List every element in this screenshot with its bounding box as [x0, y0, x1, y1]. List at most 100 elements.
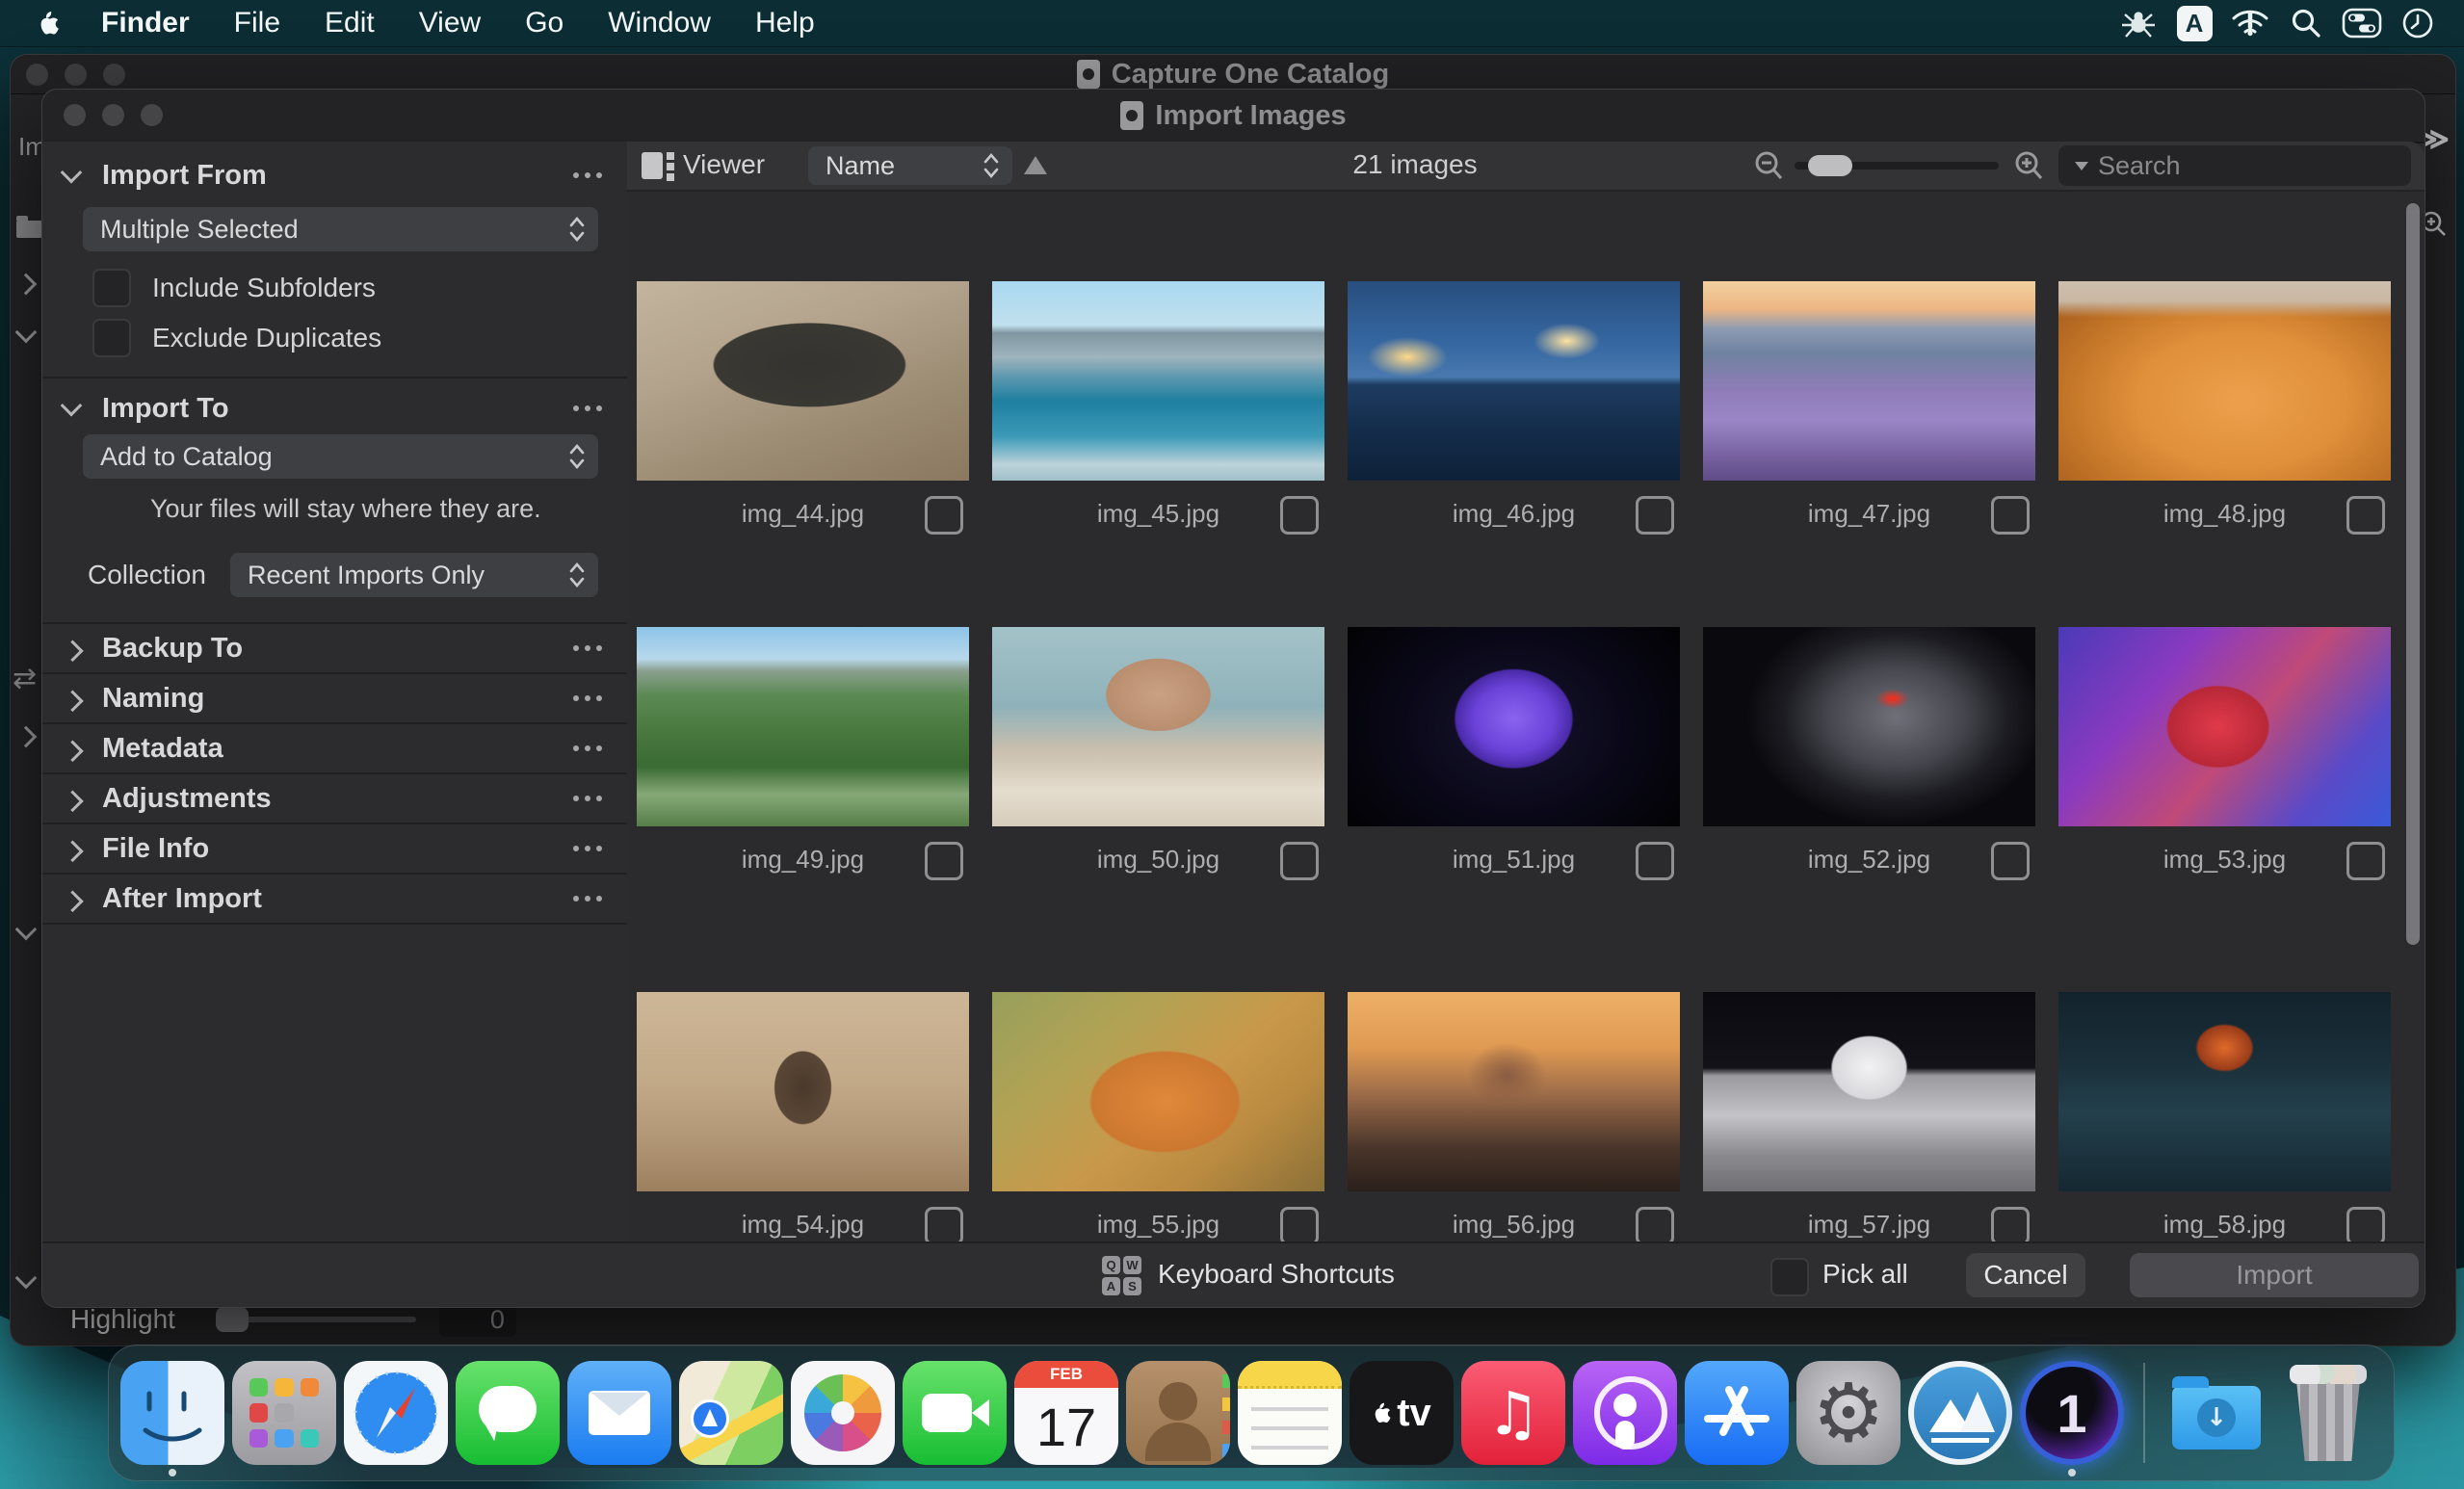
image-cell[interactable]: img_47.jpg	[1703, 281, 2035, 535]
image-cell[interactable]: img_54.jpg	[637, 992, 969, 1243]
menu-item-go[interactable]: Go	[503, 0, 586, 46]
pick-checkbox[interactable]	[1991, 1207, 2030, 1243]
chevron-down-icon[interactable]	[14, 918, 38, 941]
disclosure-right-icon[interactable]	[62, 790, 84, 813]
exclude-duplicates-checkbox[interactable]	[92, 319, 131, 357]
section-file-info[interactable]: File Info	[42, 823, 627, 873]
folder-icon[interactable]	[16, 216, 42, 238]
search-field[interactable]	[2058, 145, 2425, 186]
slider-knob[interactable]	[1808, 155, 1852, 176]
viewer-layout-icon[interactable]	[642, 152, 674, 181]
chevron-down-icon[interactable]	[14, 321, 38, 344]
wifi-alert-icon[interactable]	[2229, 4, 2271, 42]
dock-trash-icon[interactable]	[2274, 1351, 2382, 1475]
image-thumbnail[interactable]	[1348, 992, 1680, 1191]
pick-checkbox[interactable]	[1280, 496, 1319, 535]
clock-icon[interactable]	[2397, 4, 2439, 42]
pick-checkbox[interactable]	[1280, 1207, 1319, 1243]
disclosure-right-icon[interactable]	[62, 740, 84, 763]
section-options-ellipsis[interactable]	[573, 745, 602, 751]
section-backup-to[interactable]: Backup To	[42, 624, 627, 672]
dock-facetime-icon[interactable]	[901, 1351, 1009, 1475]
disclosure-down-icon[interactable]	[60, 161, 83, 184]
image-cell[interactable]: img_52.jpg	[1703, 627, 2035, 880]
image-thumbnail[interactable]	[992, 992, 1324, 1191]
window-traffic-lights[interactable]	[26, 64, 125, 86]
close-button[interactable]	[26, 64, 48, 86]
pick-checkbox[interactable]	[1991, 842, 2030, 880]
image-thumbnail[interactable]	[2058, 992, 2391, 1191]
menu-item-help[interactable]: Help	[733, 0, 837, 46]
dock-podcasts-icon[interactable]	[1571, 1351, 1679, 1475]
spotlight-icon[interactable]	[2285, 4, 2327, 42]
collection-dropdown[interactable]: Recent Imports Only	[229, 553, 598, 597]
image-thumbnail[interactable]	[637, 281, 969, 481]
section-options-ellipsis[interactable]	[573, 405, 602, 411]
disclosure-right-icon[interactable]	[62, 690, 84, 713]
image-thumbnail[interactable]	[1348, 627, 1680, 826]
dock-mail-icon[interactable]	[565, 1351, 673, 1475]
image-cell[interactable]: img_58.jpg	[2058, 992, 2391, 1243]
disclosure-down-icon[interactable]	[60, 394, 83, 417]
section-import-from[interactable]: Import From	[42, 151, 627, 199]
image-cell[interactable]: img_57.jpg	[1703, 992, 2035, 1243]
section-options-ellipsis[interactable]	[573, 846, 602, 851]
pick-checkbox[interactable]	[1991, 496, 2030, 535]
dock-downloads-icon[interactable]: ↓	[2163, 1351, 2270, 1475]
cancel-button[interactable]: Cancel	[1966, 1253, 2085, 1297]
zoom-button[interactable]	[141, 104, 163, 126]
vertical-scrollbar[interactable]	[2406, 203, 2420, 1234]
pick-checkbox[interactable]	[2346, 842, 2385, 880]
viewer-toggle[interactable]: Viewer	[683, 149, 765, 180]
dock-app-cleaner-icon[interactable]	[1906, 1351, 2014, 1475]
control-center-icon[interactable]	[2341, 4, 2383, 42]
image-cell[interactable]: img_56.jpg	[1348, 992, 1680, 1243]
pick-all-checkbox[interactable]	[1770, 1258, 1809, 1296]
pick-checkbox[interactable]	[1280, 842, 1319, 880]
dock-contacts-icon[interactable]	[1124, 1351, 1232, 1475]
minimize-button[interactable]	[102, 104, 124, 126]
section-options-ellipsis[interactable]	[573, 645, 602, 651]
dock-system-settings-icon[interactable]: ⚙	[1795, 1351, 1902, 1475]
section-after-import[interactable]: After Import	[42, 873, 627, 923]
menu-item-window[interactable]: Window	[586, 0, 733, 46]
disclosure-right-icon[interactable]	[62, 840, 84, 863]
search-scope-chevron-icon[interactable]	[2075, 161, 2088, 170]
highlight-slider[interactable]	[215, 1307, 416, 1332]
chevron-down-icon[interactable]	[14, 1267, 38, 1290]
image-thumbnail[interactable]	[1703, 281, 2035, 481]
close-button[interactable]	[64, 104, 86, 126]
pick-checkbox[interactable]	[2346, 1207, 2385, 1243]
import-destination-dropdown[interactable]: Add to Catalog	[83, 434, 598, 479]
dialog-traffic-lights[interactable]	[64, 104, 163, 126]
image-thumbnail[interactable]	[992, 281, 1324, 481]
chevron-right-icon[interactable]	[14, 273, 38, 296]
dock-safari-icon[interactable]	[342, 1351, 450, 1475]
drweb-spider-icon[interactable]	[2117, 4, 2160, 42]
zoom-out-icon[interactable]	[1752, 149, 1785, 182]
dock-notes-icon[interactable]	[1236, 1351, 1344, 1475]
sort-ascending-icon[interactable]	[1024, 156, 1047, 174]
minimize-button[interactable]	[65, 64, 87, 86]
image-thumbnail[interactable]	[637, 627, 969, 826]
section-options-ellipsis[interactable]	[573, 172, 602, 178]
image-cell[interactable]: img_44.jpg	[637, 281, 969, 535]
image-thumbnail[interactable]	[992, 627, 1324, 826]
image-thumbnail[interactable]	[637, 992, 969, 1191]
search-input[interactable]	[2096, 149, 2425, 182]
dock-maps-icon[interactable]	[677, 1351, 785, 1475]
menu-item-finder[interactable]: Finder	[79, 0, 212, 46]
dock-music-icon[interactable]: ♫	[1459, 1351, 1567, 1475]
dock-capture-one-icon[interactable]: 1	[2018, 1351, 2126, 1476]
input-source-icon[interactable]: A	[2173, 4, 2215, 42]
image-thumbnail[interactable]	[2058, 627, 2391, 826]
menu-item-view[interactable]: View	[397, 0, 503, 46]
image-cell[interactable]: img_53.jpg	[2058, 627, 2391, 880]
dock-messages-icon[interactable]	[454, 1351, 562, 1475]
dock-launchpad-icon[interactable]	[230, 1351, 338, 1475]
image-thumbnail[interactable]	[1348, 281, 1680, 481]
pick-checkbox[interactable]	[925, 496, 963, 535]
dock-app-store-icon[interactable]	[1683, 1351, 1791, 1475]
pick-checkbox[interactable]	[925, 1207, 963, 1243]
disclosure-right-icon[interactable]	[62, 640, 84, 663]
